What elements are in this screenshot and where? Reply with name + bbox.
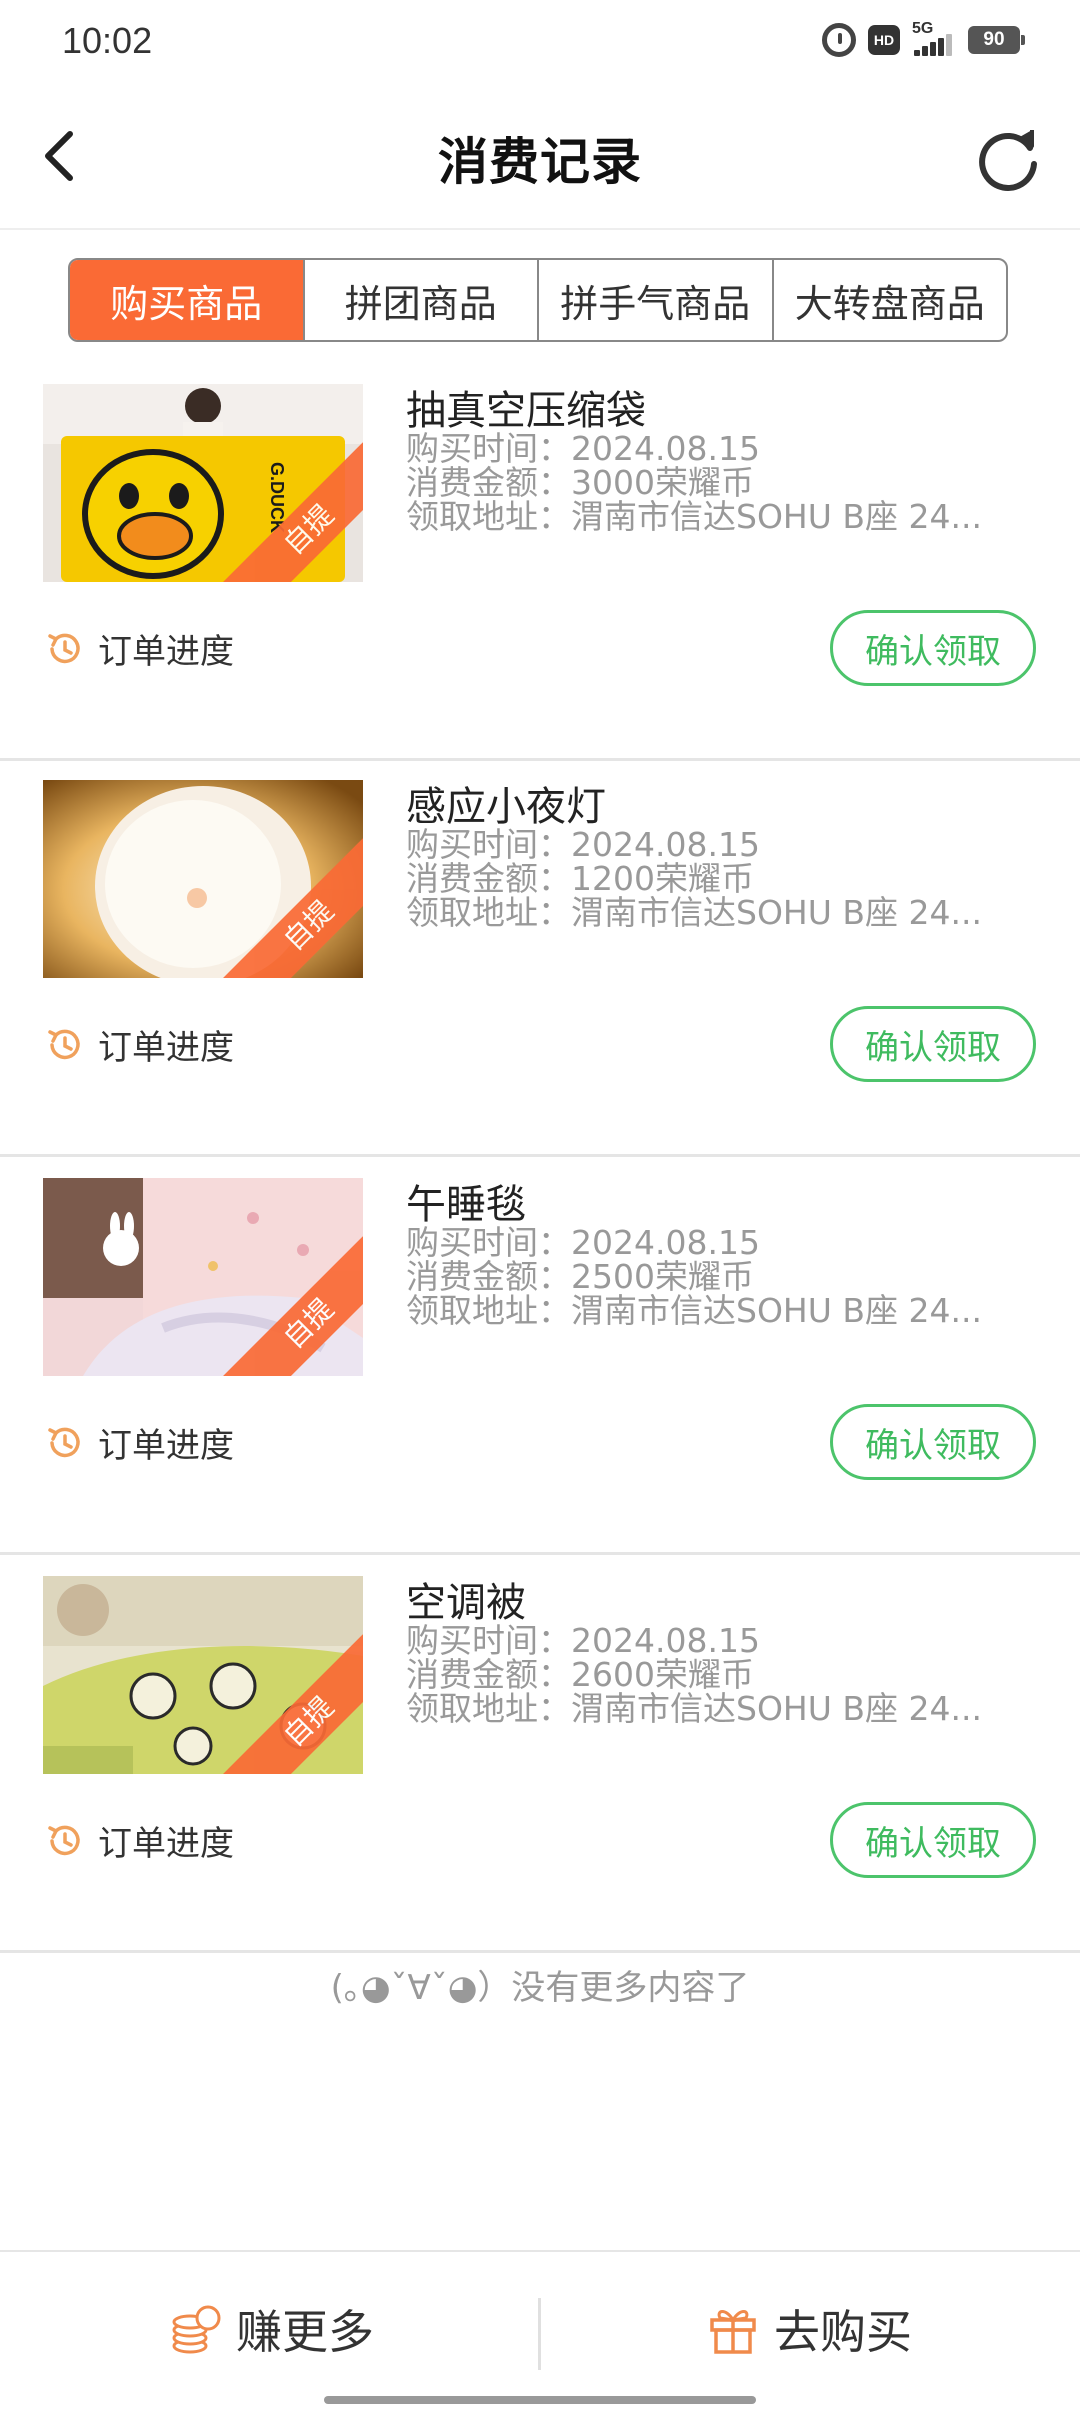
battery-icon: 90: [968, 26, 1025, 54]
hd-icon: HD: [868, 25, 900, 55]
tab-group-goods[interactable]: 拼团商品: [302, 260, 538, 340]
pickup-address: 领取地址：渭南市信达SOHU B座 24...: [406, 497, 982, 536]
order-progress-label: 订单进度: [98, 1824, 234, 1864]
order-item[interactable]: 自提 空调被 购买时间：2024.08.15 消费金额：2600荣耀币 领取地址…: [0, 1554, 1080, 1953]
history-clock-icon: [48, 1427, 80, 1457]
product-image[interactable]: 自提: [43, 1576, 363, 1774]
product-name: 午睡毯: [406, 1182, 526, 1228]
product-image[interactable]: 自提: [43, 1178, 363, 1376]
category-tabs: 购买商品 拼团商品 拼手气商品 大转盘商品: [68, 258, 1008, 342]
coins-icon: [172, 2305, 221, 2354]
order-progress-link[interactable]: 订单进度: [44, 1418, 234, 1467]
history-clock-icon: [48, 1825, 80, 1855]
purchase-amount: 消费金额：3000荣耀币: [406, 463, 754, 502]
order-item[interactable]: 自提 感应小夜灯 购买时间：2024.08.15 消费金额：1200荣耀币 领取…: [0, 758, 1080, 1157]
status-time: 10:02: [62, 20, 153, 61]
earn-more-button[interactable]: 赚更多: [168, 2296, 374, 2362]
page-title: 消费记录: [438, 133, 642, 191]
purchase-amount: 消费金额：1200荣耀币: [406, 859, 754, 898]
order-item[interactable]: G.DUCK 自提 抽真空压缩袋 购买时间：2024.08.15 消费金额：30…: [0, 362, 1080, 761]
refresh-button[interactable]: [968, 118, 1048, 198]
gift-icon: [710, 2310, 756, 2354]
purchase-time: 购买时间：2024.08.15: [406, 825, 760, 864]
order-progress-label: 订单进度: [98, 1028, 234, 1068]
order-progress-link[interactable]: 订单进度: [44, 1020, 234, 1069]
product-name: 感应小夜灯: [406, 784, 606, 830]
refresh-icon: [979, 130, 1037, 191]
order-progress-label: 订单进度: [98, 1426, 234, 1466]
order-item[interactable]: 自提 午睡毯 购买时间：2024.08.15 消费金额：2500荣耀币 领取地址…: [0, 1156, 1080, 1555]
purchase-amount: 消费金额：2500荣耀币: [406, 1257, 754, 1296]
confirm-pickup-button[interactable]: 确认领取: [830, 1802, 1036, 1878]
tab-lucky-goods[interactable]: 拼手气商品: [537, 260, 772, 340]
purchase-time: 购买时间：2024.08.15: [406, 1223, 760, 1262]
product-image[interactable]: G.DUCK 自提: [43, 384, 363, 582]
no-more-content-text: (｡◕ˇ∀ˇ◕）没有更多内容了: [330, 1968, 750, 2008]
pickup-address: 领取地址：渭南市信达SOHU B座 24...: [406, 1689, 982, 1728]
status-bar: 10:02 HD 5G 90: [0, 0, 1080, 86]
confirm-pickup-button[interactable]: 确认领取: [830, 1006, 1036, 1082]
product-image[interactable]: 自提: [43, 780, 363, 978]
order-progress-link[interactable]: 订单进度: [44, 1816, 234, 1865]
bottom-bar-divider: [538, 2298, 541, 2370]
go-shopping-label: 去购买: [774, 2305, 912, 2359]
go-shopping-button[interactable]: 去购买: [706, 2296, 912, 2362]
pickup-address: 领取地址：渭南市信达SOHU B座 24...: [406, 1291, 982, 1330]
purchase-time: 购买时间：2024.08.15: [406, 429, 760, 468]
bottom-action-bar: 赚更多 去购买: [0, 2250, 1080, 2410]
status-icons: HD 5G 90: [822, 20, 1025, 58]
order-progress-label: 订单进度: [98, 632, 234, 672]
confirm-pickup-button[interactable]: 确认领取: [830, 1404, 1036, 1480]
history-clock-icon: [48, 1029, 80, 1059]
product-name: 抽真空压缩袋: [406, 388, 646, 434]
product-name: 空调被: [406, 1580, 526, 1626]
tab-wheel-goods[interactable]: 大转盘商品: [771, 260, 1007, 340]
earn-more-label: 赚更多: [236, 2305, 374, 2359]
alarm-icon: [822, 23, 856, 57]
order-progress-link[interactable]: 订单进度: [44, 624, 234, 673]
confirm-pickup-button[interactable]: 确认领取: [830, 610, 1036, 686]
pickup-address: 领取地址：渭南市信达SOHU B座 24...: [406, 893, 982, 932]
signal-icon: 5G: [912, 20, 956, 58]
purchase-amount: 消费金额：2600荣耀币: [406, 1655, 754, 1694]
tab-purchased-goods[interactable]: 购买商品: [70, 260, 303, 340]
network-type-label: 5G: [912, 20, 934, 37]
home-indicator[interactable]: [324, 2396, 756, 2404]
history-clock-icon: [48, 633, 80, 663]
nav-bar: 消费记录: [0, 86, 1080, 230]
purchase-time: 购买时间：2024.08.15: [406, 1621, 760, 1660]
